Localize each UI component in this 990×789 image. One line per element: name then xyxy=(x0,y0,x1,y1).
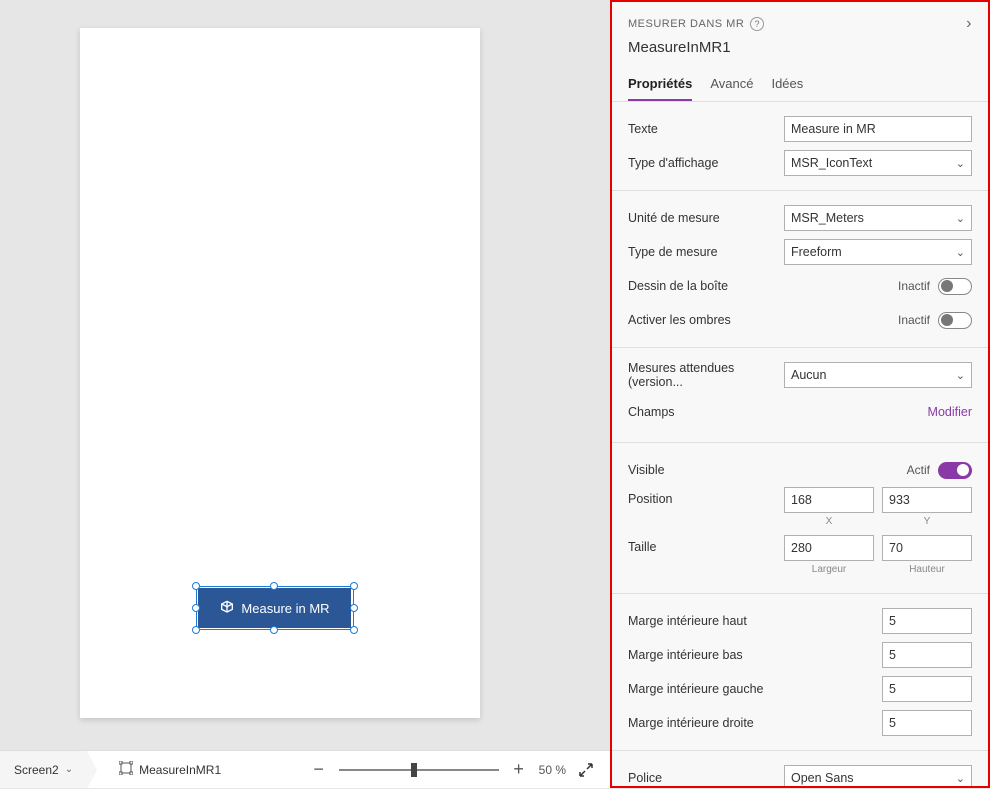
chevron-down-icon: ⌄ xyxy=(65,764,73,775)
padding-left-input[interactable] xyxy=(882,676,972,702)
sub-label-height: Hauteur xyxy=(909,564,945,575)
zoom-percent: 50 % xyxy=(539,763,566,777)
chevron-down-icon: ⌄ xyxy=(956,246,965,259)
prop-label-shadows: Activer les ombres xyxy=(628,313,898,327)
display-type-select[interactable]: MSR_IconText⌄ xyxy=(784,150,972,176)
prop-label-padding-right: Marge intérieure droite xyxy=(628,716,882,730)
position-y-input[interactable] xyxy=(882,487,972,513)
bounding-box-icon xyxy=(119,761,133,778)
control-name: MeasureInMR1 xyxy=(628,39,972,56)
padding-top-input[interactable] xyxy=(882,608,972,634)
zoom-slider[interactable] xyxy=(339,760,499,780)
padding-right-input[interactable] xyxy=(882,710,972,736)
sub-label-width: Largeur xyxy=(812,564,846,575)
zoom-out-button[interactable]: − xyxy=(309,760,329,780)
section-expected: Mesures attendues (version... Aucun⌄ Cha… xyxy=(612,348,988,443)
prop-label-box-draw: Dessin de la boîte xyxy=(628,279,898,293)
prop-label-measure-type: Type de mesure xyxy=(628,245,784,259)
breadcrumb-separator xyxy=(87,751,105,789)
help-icon[interactable]: ? xyxy=(750,17,764,31)
prop-label-expected: Mesures attendues (version... xyxy=(628,361,784,389)
tab-properties[interactable]: Propriétés xyxy=(628,76,692,101)
height-input[interactable] xyxy=(882,535,972,561)
breadcrumb-label: Screen2 xyxy=(14,763,59,777)
prop-label-position: Position xyxy=(628,487,784,506)
panel-header: MESURER DANS MR ? › MeasureInMR1 xyxy=(612,2,988,62)
panel-category: MESURER DANS MR xyxy=(628,18,744,30)
breadcrumb-label: MeasureInMR1 xyxy=(139,763,221,777)
chevron-down-icon: ⌄ xyxy=(956,369,965,382)
resize-handle[interactable] xyxy=(270,626,278,634)
resize-handle[interactable] xyxy=(192,626,200,634)
chevron-down-icon: ⌄ xyxy=(956,157,965,170)
prop-label-size: Taille xyxy=(628,535,784,554)
box-draw-toggle[interactable] xyxy=(938,278,972,295)
prop-label-text: Texte xyxy=(628,122,784,136)
prop-label-display-type: Type d'affichage xyxy=(628,156,784,170)
resize-handle[interactable] xyxy=(192,582,200,590)
edit-fields-link[interactable]: Modifier xyxy=(928,405,972,419)
canvas-area[interactable]: Measure in MR xyxy=(0,0,610,750)
tab-advanced[interactable]: Avancé xyxy=(710,76,753,101)
chevron-down-icon: ⌄ xyxy=(956,772,965,785)
button-label: Measure in MR xyxy=(241,601,329,616)
shadows-toggle[interactable] xyxy=(938,312,972,329)
resize-handle[interactable] xyxy=(350,626,358,634)
chevron-right-icon[interactable]: › xyxy=(966,15,972,33)
toggle-state: Inactif xyxy=(898,279,930,293)
chevron-down-icon: ⌄ xyxy=(956,212,965,225)
width-input[interactable] xyxy=(784,535,874,561)
unit-select[interactable]: MSR_Meters⌄ xyxy=(784,205,972,231)
prop-label-font: Police xyxy=(628,771,784,785)
prop-label-padding-bottom: Marge intérieure bas xyxy=(628,648,882,662)
text-input[interactable] xyxy=(784,116,972,142)
section-measure: Unité de mesure MSR_Meters⌄ Type de mesu… xyxy=(612,191,988,348)
position-x-input[interactable] xyxy=(784,487,874,513)
sub-label-x: X xyxy=(826,516,833,527)
panel-tabs: Propriétés Avancé Idées xyxy=(612,62,988,102)
screen-canvas[interactable]: Measure in MR xyxy=(80,28,480,718)
status-bar: Screen2 ⌄ MeasureInMR1 − + 50 % xyxy=(0,750,610,788)
prop-label-padding-top: Marge intérieure haut xyxy=(628,614,882,628)
prop-label-fields: Champs xyxy=(628,405,928,419)
measure-in-mr-button[interactable]: Measure in MR xyxy=(198,588,351,628)
tab-ideas[interactable]: Idées xyxy=(771,76,803,101)
breadcrumb-screen[interactable]: Screen2 ⌄ xyxy=(0,751,87,788)
resize-handle[interactable] xyxy=(192,604,200,612)
toggle-state: Inactif xyxy=(898,313,930,327)
toggle-state: Actif xyxy=(907,463,930,477)
zoom-controls: − + 50 % xyxy=(309,760,610,780)
measure-type-select[interactable]: Freeform⌄ xyxy=(784,239,972,265)
resize-handle[interactable] xyxy=(350,582,358,590)
cube-icon xyxy=(219,600,235,616)
resize-handle[interactable] xyxy=(270,582,278,590)
breadcrumb-control[interactable]: MeasureInMR1 xyxy=(105,751,235,788)
sub-label-y: Y xyxy=(924,516,931,527)
section-padding: Marge intérieure haut Marge intérieure b… xyxy=(612,594,988,751)
section-font: Police Open Sans⌄ Taille de police xyxy=(612,751,988,788)
section-layout: Visible Actif Position X Y Taille xyxy=(612,443,988,594)
padding-bottom-input[interactable] xyxy=(882,642,972,668)
fullscreen-button[interactable] xyxy=(576,760,596,780)
prop-label-padding-left: Marge intérieure gauche xyxy=(628,682,882,696)
prop-label-unit: Unité de mesure xyxy=(628,211,784,225)
zoom-in-button[interactable]: + xyxy=(509,760,529,780)
font-select[interactable]: Open Sans⌄ xyxy=(784,765,972,788)
visible-toggle[interactable] xyxy=(938,462,972,479)
prop-label-visible: Visible xyxy=(628,463,907,477)
properties-panel: MESURER DANS MR ? › MeasureInMR1 Proprié… xyxy=(610,0,990,788)
expected-select[interactable]: Aucun⌄ xyxy=(784,362,972,388)
resize-handle[interactable] xyxy=(350,604,358,612)
section-text: Texte Type d'affichage MSR_IconText⌄ xyxy=(612,102,988,191)
